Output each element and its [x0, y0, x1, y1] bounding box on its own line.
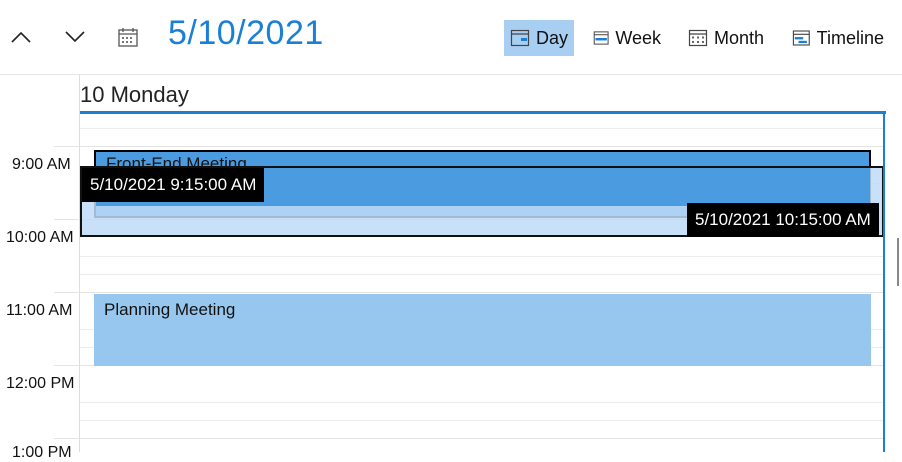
chevron-up-icon — [11, 31, 31, 43]
time-ruler-divider — [79, 75, 80, 452]
today-indicator — [80, 111, 886, 114]
calendar-icon — [118, 28, 138, 47]
time-label-12pm: 12:00 PM — [6, 375, 75, 392]
slot-line — [80, 128, 884, 129]
slot-line — [80, 402, 884, 403]
slot-line — [80, 420, 884, 421]
current-date-title[interactable]: 5/10/2021 — [168, 14, 324, 53]
drag-end-time-tooltip: 5/10/2021 10:15:00 AM — [687, 203, 879, 237]
time-label-10am: 10:00 AM — [6, 229, 74, 246]
view-month-label: Month — [714, 27, 765, 48]
view-day-button[interactable]: Day — [504, 20, 574, 56]
view-timeline-button[interactable]: Timeline — [786, 20, 890, 56]
week-view-icon — [593, 31, 609, 45]
chevron-down-icon — [65, 31, 85, 43]
hour-line — [54, 292, 884, 293]
time-label-11am: 11:00 AM — [6, 302, 73, 319]
slot-line — [80, 256, 884, 257]
vertical-scrollbar-thumb[interactable] — [897, 238, 899, 286]
appointment-planning-meeting[interactable]: Planning Meeting — [94, 294, 871, 366]
hour-line — [54, 438, 884, 439]
time-label-1pm: 1:00 PM — [12, 444, 72, 461]
time-label-9am: 9:00 AM — [12, 156, 71, 173]
day-view-icon — [510, 29, 530, 47]
hour-line — [54, 146, 884, 147]
next-button[interactable] — [60, 22, 90, 52]
drag-start-time-tooltip: 5/10/2021 9:15:00 AM — [82, 168, 265, 202]
scheduler-toolbar: 5/10/2021 Day Week Month Timeline — [0, 0, 902, 75]
day-header[interactable]: 10 Monday — [80, 82, 189, 108]
previous-button[interactable] — [6, 22, 36, 52]
view-day-label: Day — [535, 27, 568, 48]
view-week-button[interactable]: Week — [587, 20, 667, 56]
view-month-button[interactable]: Month — [682, 20, 772, 56]
date-picker-button[interactable] — [115, 25, 141, 51]
slot-line — [80, 274, 884, 275]
appointment-subject: Planning Meeting — [104, 300, 236, 319]
view-timeline-label: Timeline — [816, 27, 884, 48]
day-column-border — [883, 114, 885, 452]
month-view-icon — [688, 29, 708, 47]
view-week-label: Week — [615, 27, 661, 48]
timeline-view-icon — [792, 30, 810, 46]
toolbar-divider — [0, 74, 902, 75]
